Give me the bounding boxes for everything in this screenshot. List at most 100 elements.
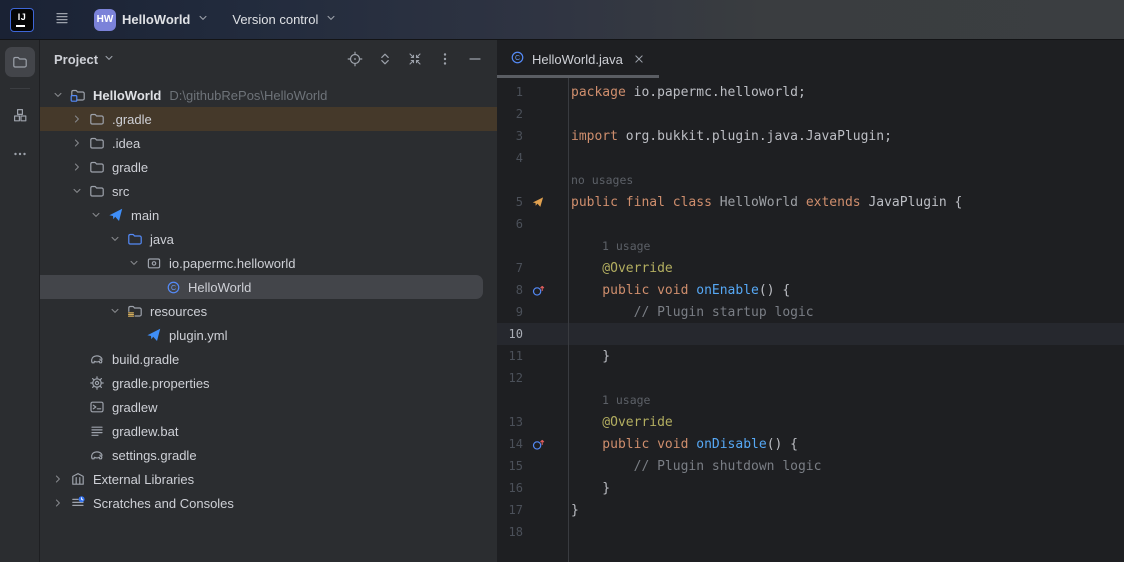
hamburger-icon[interactable]: [54, 10, 70, 26]
tree-row-external-libraries[interactable]: External Libraries: [40, 467, 497, 491]
locate-button[interactable]: [343, 47, 367, 71]
editor-gutter[interactable]: 8: [497, 279, 568, 301]
chevron-right-icon[interactable]: [69, 160, 85, 174]
tree-row-resources[interactable]: resources: [40, 299, 497, 323]
editor-gutter[interactable]: 10: [497, 323, 568, 345]
tree-row-plugin-yml[interactable]: plugin.yml: [40, 323, 497, 347]
hide-button[interactable]: [463, 47, 487, 71]
tree-row-helloworld[interactable]: CHelloWorld: [40, 275, 483, 299]
tree-row-gradle-properties[interactable]: gradle.properties: [40, 371, 497, 395]
tree-row-helloworld[interactable]: HelloWorldD:\githubRePos\HelloWorld: [40, 83, 497, 107]
tree-row-scratches-and-consoles[interactable]: Scratches and Consoles: [40, 491, 497, 515]
editor-gutter[interactable]: 4: [497, 147, 568, 169]
editor-gutter[interactable]: 12: [497, 367, 568, 389]
code-line-6[interactable]: 6: [497, 213, 1124, 235]
editor-gutter[interactable]: 7: [497, 257, 568, 279]
chevron-right-icon[interactable]: [69, 136, 85, 150]
code-line-11[interactable]: 11 }: [497, 345, 1124, 367]
editor-gutter[interactable]: 11: [497, 345, 568, 367]
project-widget[interactable]: HW HelloWorld: [88, 5, 216, 35]
editor-gutter[interactable]: 13: [497, 411, 568, 433]
activity-button-more-horizontal[interactable]: [5, 139, 35, 169]
project-view-selector[interactable]: Project: [54, 51, 116, 68]
code-line-17[interactable]: 17}: [497, 499, 1124, 521]
chevron-down-icon[interactable]: [107, 232, 123, 246]
code-line-13[interactable]: 13 @Override: [497, 411, 1124, 433]
code-line-8[interactable]: 8 public void onEnable() {: [497, 279, 1124, 301]
tree-row-gradlew[interactable]: gradlew: [40, 395, 497, 419]
chevron-right-icon[interactable]: [69, 112, 85, 126]
tree-row-idea[interactable]: .idea: [40, 131, 497, 155]
code-line-15[interactable]: 15 // Plugin shutdown logic: [497, 455, 1124, 477]
code-editor[interactable]: 1package io.papermc.helloworld;23import …: [497, 78, 1124, 562]
hide-icon: [467, 51, 483, 67]
tree-row-gradle[interactable]: .gradle: [40, 107, 497, 131]
tab-close-button[interactable]: [632, 52, 646, 66]
inlay-hint-text[interactable]: 1 usage: [568, 239, 650, 253]
code-line-1[interactable]: 1package io.papermc.helloworld;: [497, 81, 1124, 103]
editor-gutter[interactable]: 5: [497, 191, 568, 213]
editor-gutter[interactable]: 6: [497, 213, 568, 235]
tree-row-main[interactable]: main: [40, 203, 497, 227]
editor-gutter[interactable]: 16: [497, 477, 568, 499]
paper-plugin-icon[interactable]: [532, 196, 544, 208]
intellij-logo: IJ: [10, 8, 34, 32]
editor-gutter[interactable]: 15: [497, 455, 568, 477]
collapse-all-button[interactable]: [403, 47, 427, 71]
chevron-right-icon[interactable]: [50, 496, 66, 510]
code-line-4[interactable]: 4: [497, 147, 1124, 169]
chevron-down-icon[interactable]: [50, 88, 66, 102]
code-line-14[interactable]: 14 public void onDisable() {: [497, 433, 1124, 455]
chevron-right-icon[interactable]: [50, 472, 66, 486]
code-line-10[interactable]: 10: [497, 323, 1124, 345]
inlay-hint[interactable]: 1 usage: [497, 235, 1124, 257]
code-line-12[interactable]: 12: [497, 367, 1124, 389]
editor-gutter[interactable]: 9: [497, 301, 568, 323]
tree-row-src[interactable]: src: [40, 179, 497, 203]
package-icon: [146, 255, 162, 271]
code-line-2[interactable]: 2: [497, 103, 1124, 125]
code-line-3[interactable]: 3import org.bukkit.plugin.java.JavaPlugi…: [497, 125, 1124, 147]
tree-row-settings-gradle[interactable]: settings.gradle: [40, 443, 497, 467]
override-icon[interactable]: [532, 284, 545, 297]
code-line-18[interactable]: 18: [497, 521, 1124, 543]
editor-gutter[interactable]: 3: [497, 125, 568, 147]
tree-row-gradle[interactable]: gradle: [40, 155, 497, 179]
more-vertical-button[interactable]: [433, 47, 457, 71]
tree-row-java[interactable]: java: [40, 227, 497, 251]
inlay-hint[interactable]: 1 usage: [497, 389, 1124, 411]
line-number: 16: [497, 481, 523, 495]
tree-row-io-papermc-helloworld[interactable]: io.papermc.helloworld: [40, 251, 497, 275]
editor-gutter[interactable]: 1: [497, 81, 568, 103]
editor-gutter[interactable]: 17: [497, 499, 568, 521]
locate-icon: [347, 51, 363, 67]
override-icon[interactable]: [532, 438, 545, 451]
main-menu-button[interactable]: [54, 10, 70, 29]
code-line-16[interactable]: 16 }: [497, 477, 1124, 499]
editor-gutter[interactable]: [497, 235, 568, 257]
code-line-9[interactable]: 9 // Plugin startup logic: [497, 301, 1124, 323]
chevron-down-icon[interactable]: [88, 208, 104, 222]
code-line-7[interactable]: 7 @Override: [497, 257, 1124, 279]
tree-row-build-gradle[interactable]: build.gradle: [40, 347, 497, 371]
chevron-down-icon[interactable]: [126, 256, 142, 270]
line-number: 8: [497, 283, 523, 297]
chevron-down-icon[interactable]: [69, 184, 85, 198]
code-line-5[interactable]: 5public final class HelloWorld extends J…: [497, 191, 1124, 213]
editor-gutter[interactable]: [497, 389, 568, 411]
activity-button-project-folder-view[interactable]: [5, 47, 35, 77]
inlay-hint-text[interactable]: no usages: [568, 173, 633, 187]
inlay-hint[interactable]: no usages: [497, 169, 1124, 191]
vcs-widget[interactable]: Version control: [226, 7, 344, 32]
editor-gutter[interactable]: 14: [497, 433, 568, 455]
expand-all-button[interactable]: [373, 47, 397, 71]
expand-all-icon: [377, 51, 393, 67]
editor-gutter[interactable]: [497, 169, 568, 191]
editor-gutter[interactable]: 18: [497, 521, 568, 543]
chevron-down-icon[interactable]: [107, 304, 123, 318]
activity-button-modules[interactable]: [5, 100, 35, 130]
tree-row-gradlew-bat[interactable]: gradlew.bat: [40, 419, 497, 443]
inlay-hint-text[interactable]: 1 usage: [568, 393, 650, 407]
tab-helloworld-java[interactable]: C HelloWorld.java: [497, 40, 659, 78]
editor-gutter[interactable]: 2: [497, 103, 568, 125]
